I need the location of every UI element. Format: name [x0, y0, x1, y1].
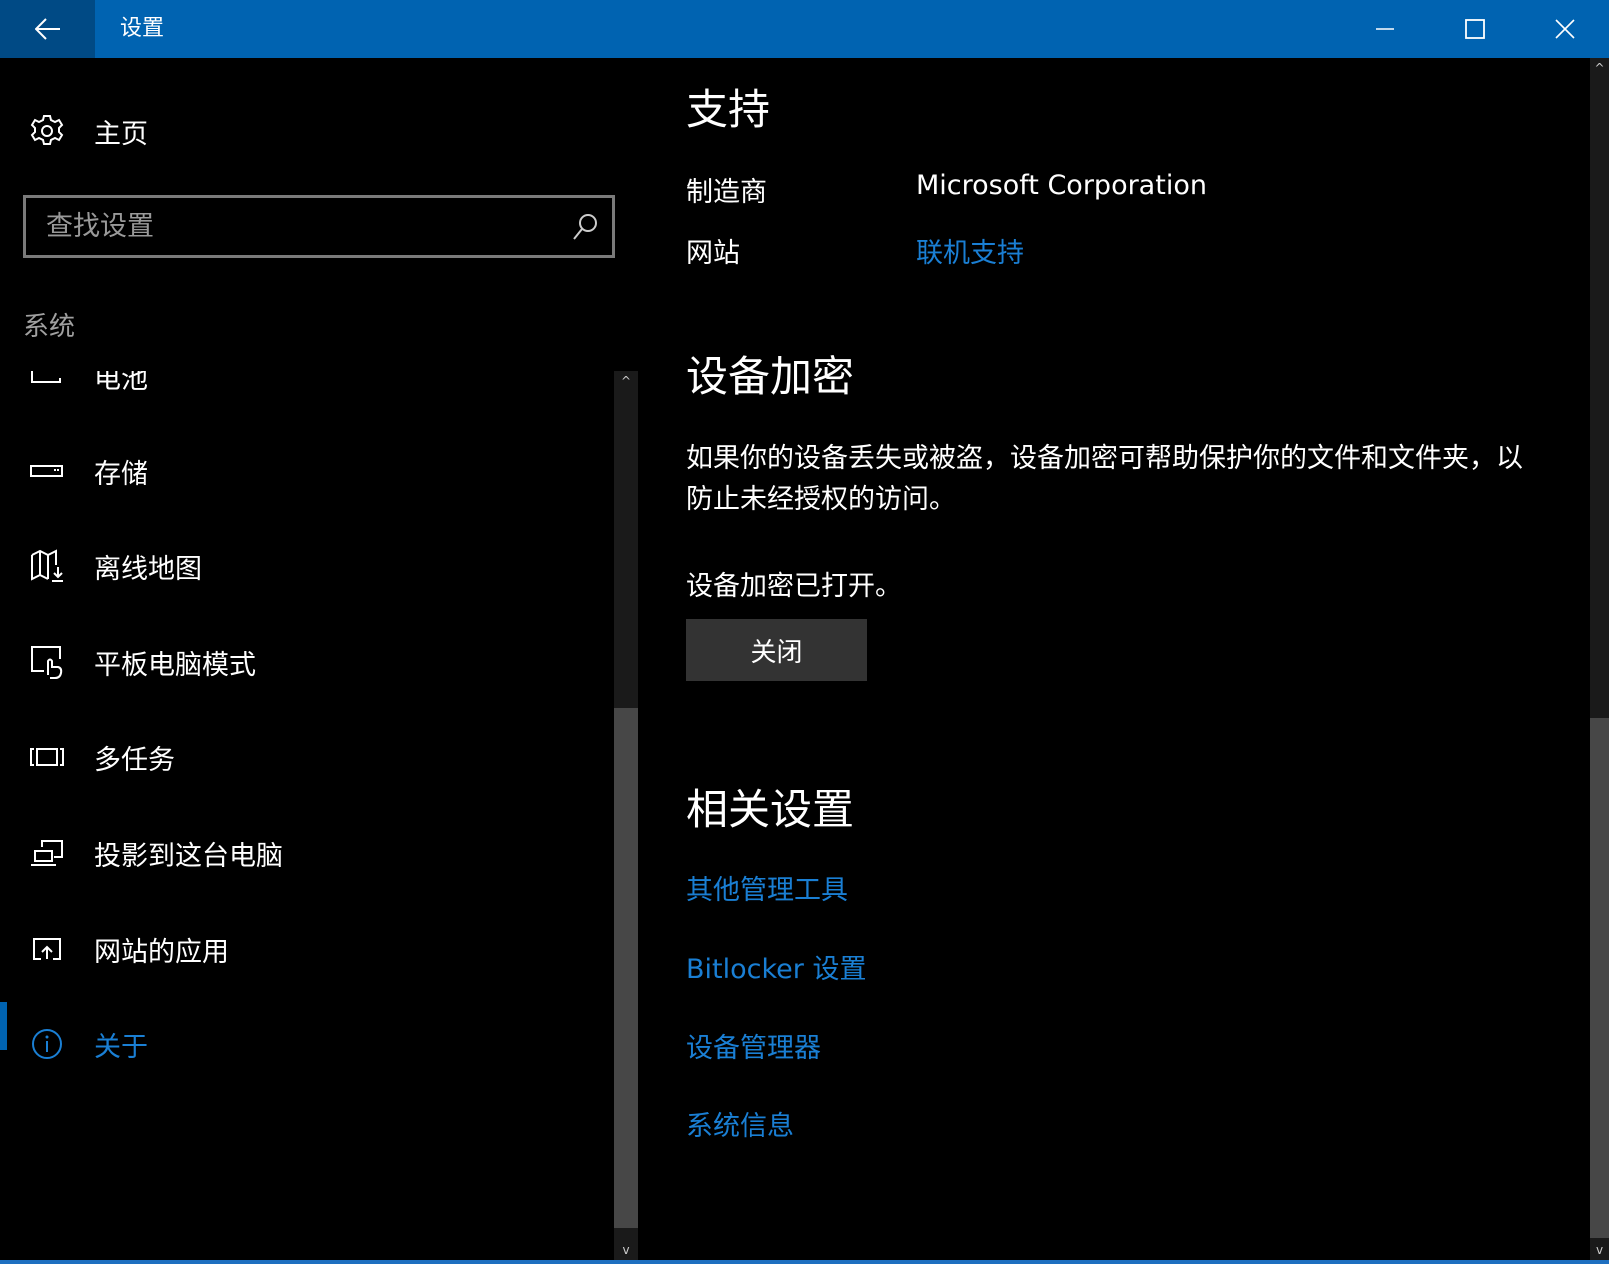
- nav-item-apps-for-websites[interactable]: 网站的应用: [0, 919, 614, 979]
- nav-item-storage[interactable]: 存储: [0, 441, 614, 501]
- search-input[interactable]: [46, 198, 546, 255]
- back-button[interactable]: [0, 0, 95, 58]
- sidebar-scrollbar[interactable]: ^ v: [614, 371, 638, 1260]
- support-heading: 支持: [686, 85, 771, 134]
- nav-item-tablet-mode[interactable]: 平板电脑模式: [0, 632, 614, 692]
- website-row: 网站 联机支持: [686, 231, 1024, 270]
- scroll-down-arrow[interactable]: v: [1590, 1240, 1609, 1260]
- maximize-button[interactable]: [1430, 0, 1520, 58]
- nav-item-label: 离线地图: [94, 553, 202, 585]
- nav-item-multitasking[interactable]: 多任务: [0, 727, 614, 787]
- manufacturer-label: 制造商: [686, 177, 767, 208]
- nav-item-label: 网站的应用: [94, 936, 229, 968]
- main-scrollbar[interactable]: ^ v: [1590, 58, 1609, 1260]
- nav-item-label: 电池: [94, 371, 148, 395]
- multitasking-icon: [30, 740, 64, 774]
- encryption-status: 设备加密已打开。: [686, 571, 902, 602]
- storage-icon: [30, 454, 64, 488]
- website-label: 网站: [686, 238, 740, 269]
- nav-item-label: 存储: [94, 458, 148, 490]
- turn-off-encryption-button[interactable]: 关闭: [686, 619, 867, 681]
- maximize-icon: [1465, 19, 1485, 39]
- close-icon: [1555, 19, 1575, 39]
- tablet-mode-icon: [30, 645, 64, 679]
- nav-item-offline-maps[interactable]: 离线地图: [0, 536, 614, 596]
- admin-tools-link[interactable]: 其他管理工具: [686, 868, 848, 907]
- encryption-heading: 设备加密: [686, 352, 855, 401]
- battery-icon: [30, 371, 64, 393]
- apps-for-websites-icon: [30, 932, 64, 966]
- manufacturer-value: Microsoft Corporation: [916, 170, 1207, 201]
- nav-list: 电池 存储 离线地图 平板电脑模式 多任务 投影到这台电脑 网站的应用 关于: [0, 371, 614, 1259]
- encryption-description: 如果你的设备丢失或被盗，设备加密可帮助保护你的文件和文件夹，以防止未经授权的访问…: [686, 443, 1523, 515]
- nav-item-label: 多任务: [94, 744, 175, 776]
- scroll-up-arrow[interactable]: ^: [614, 371, 638, 391]
- main-scrollbar-thumb[interactable]: [1590, 718, 1609, 1238]
- window-bottom-edge: [0, 1260, 1609, 1264]
- nav-item-battery[interactable]: 电池: [0, 371, 614, 406]
- section-label: 系统: [23, 312, 76, 342]
- scroll-up-arrow[interactable]: ^: [1590, 58, 1609, 78]
- window-title: 设置: [120, 16, 165, 41]
- active-indicator: [0, 1002, 7, 1050]
- scroll-down-arrow[interactable]: v: [614, 1240, 638, 1260]
- minimize-button[interactable]: [1340, 0, 1430, 58]
- sidebar-scrollbar-thumb[interactable]: [614, 708, 638, 1228]
- title-bar: 设置: [0, 0, 1609, 58]
- sidebar: 主页 系统 电池 存储 离线地图 平板电脑模式 多任务 投影到这台电脑: [0, 58, 615, 1264]
- main-content: 支持 制造商 Microsoft Corporation 网站 联机支持 设备加…: [686, 58, 1586, 1264]
- nav-item-label: 关于: [94, 1031, 148, 1063]
- home-label: 主页: [94, 118, 148, 150]
- system-info-link[interactable]: 系统信息: [686, 1104, 794, 1143]
- home-nav-item[interactable]: 主页: [30, 113, 148, 150]
- nav-item-label: 投影到这台电脑: [94, 840, 283, 872]
- arrow-left-icon: [34, 18, 60, 40]
- minimize-icon: [1376, 28, 1394, 30]
- online-support-link[interactable]: 联机支持: [916, 231, 1024, 270]
- related-settings-heading: 相关设置: [686, 785, 855, 834]
- nav-item-project[interactable]: 投影到这台电脑: [0, 823, 614, 883]
- search-box[interactable]: [23, 195, 615, 258]
- device-manager-link[interactable]: 设备管理器: [686, 1026, 821, 1065]
- close-button[interactable]: [1520, 0, 1609, 58]
- bitlocker-settings-link[interactable]: Bitlocker 设置: [686, 947, 866, 986]
- search-icon[interactable]: [572, 213, 598, 241]
- manufacturer-row: 制造商 Microsoft Corporation: [686, 170, 1207, 209]
- gear-icon: [30, 115, 64, 145]
- info-icon: [30, 1027, 64, 1061]
- nav-item-label: 平板电脑模式: [94, 649, 256, 681]
- nav-item-about[interactable]: 关于: [0, 1002, 614, 1074]
- project-icon: [30, 836, 64, 870]
- offline-map-icon: [30, 549, 64, 583]
